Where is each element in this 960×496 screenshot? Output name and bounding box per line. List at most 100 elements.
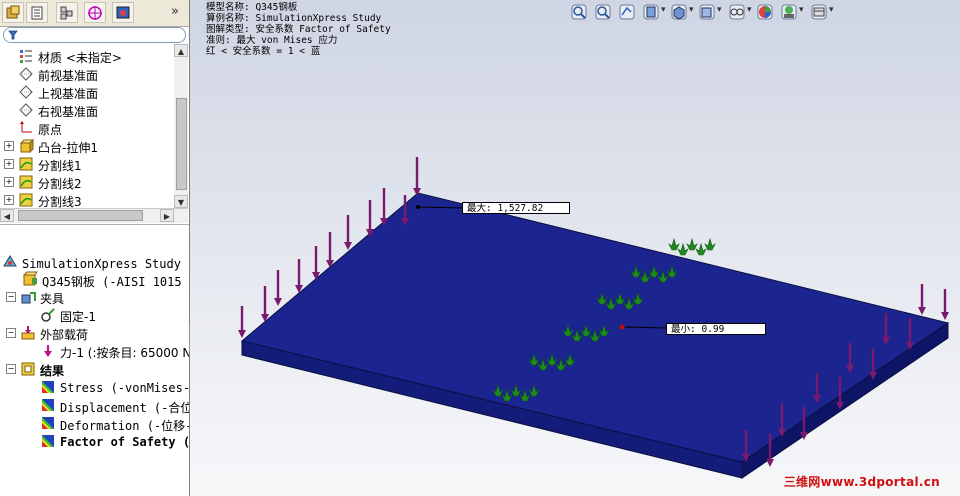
max-marker [416, 205, 420, 209]
section-view-icon [643, 4, 659, 20]
fixtures-node-label: 夹具 [40, 292, 65, 306]
feature-tree-item-label: 前视基准面 [38, 69, 99, 83]
chevron-down-icon[interactable]: ▾ [799, 5, 804, 15]
propertymanager-tab[interactable] [26, 2, 48, 23]
collapse-toggle[interactable]: − [6, 292, 16, 302]
plane-icon [19, 103, 33, 117]
fixed-icon [41, 308, 55, 322]
dimxpert-tab[interactable] [84, 2, 106, 23]
plane-icon [19, 85, 33, 99]
info-line: 图解类型: 安全系数 Factor of Safety [206, 24, 391, 35]
plane-icon [18, 66, 34, 82]
force-icon [44, 345, 52, 357]
loads-node-label: 外部载荷 [40, 328, 89, 342]
zoom-to-area-icon [595, 4, 611, 20]
material-icon [20, 50, 32, 63]
extrude-icon [19, 138, 35, 154]
feature-tree-item-label: 原点 [38, 123, 63, 137]
display-manager-icon [116, 6, 130, 19]
plate-model [238, 157, 950, 479]
expand-toggle[interactable]: + [4, 177, 14, 187]
study-icon [2, 253, 18, 269]
apply-scene-button[interactable]: ▾ [780, 3, 804, 21]
plot-icon [42, 381, 54, 393]
info-line: 算例名称: SimulationXpress Study [206, 13, 382, 24]
plot-icon [42, 399, 54, 411]
view-orientation-button[interactable]: ▾ [670, 3, 694, 21]
result-plot-item-label: Factor of Safety ( [60, 435, 189, 449]
study-icon [3, 255, 17, 267]
info-line: 准则: 最大 von Mises 应力 [206, 35, 338, 46]
plot-icon [40, 415, 56, 431]
load-arrow-head [766, 459, 774, 467]
display-manager-tab[interactable] [112, 2, 134, 23]
collapse-toggle[interactable]: − [6, 328, 16, 338]
result-plot-item-label: Deformation (-位移-) [60, 419, 189, 433]
edit-appearance-icon [757, 4, 773, 20]
plane-icon [18, 84, 34, 100]
chevron-down-icon[interactable]: ▾ [747, 5, 752, 15]
load-arrow-head [941, 312, 949, 320]
scroll-right-button[interactable]: ▶ [160, 209, 174, 222]
display-style-button[interactable]: ▾ [698, 3, 722, 21]
chevron-down-icon[interactable]: ▾ [829, 5, 834, 15]
tree-scroll-thumb[interactable] [176, 98, 187, 190]
scroll-up-button[interactable]: ▲ [174, 44, 188, 57]
results-icon [20, 361, 36, 377]
expand-toggle[interactable]: + [4, 159, 14, 169]
configurationmanager-tab[interactable] [56, 2, 78, 23]
filter-icon [8, 30, 18, 40]
part-node-label: Q345钢板 (-AISI 1015 钢, [42, 275, 189, 289]
fixtures-icon [21, 292, 36, 304]
scroll-down-button[interactable]: ▼ [174, 195, 188, 208]
view-orientation-icon [671, 4, 687, 20]
chevron-down-icon[interactable]: ▾ [717, 5, 722, 15]
expand-tabs-button[interactable]: » [171, 4, 185, 20]
panel-splitter[interactable] [0, 224, 189, 255]
display-style-icon [699, 4, 715, 20]
dimxpert-icon [88, 6, 102, 20]
results-node-label: 结果 [40, 364, 65, 378]
study-node-label: SimulationXpress Study (-默认 [22, 257, 189, 271]
featuremanager-icon [6, 5, 20, 19]
feature-tree-item-label: 上视基准面 [38, 87, 99, 101]
plane-icon [19, 67, 33, 81]
manager-tab-bar: » [0, 0, 189, 27]
zoom-to-fit-icon [571, 4, 587, 20]
chevron-down-icon[interactable]: ▾ [661, 5, 666, 15]
view-settings-icon [811, 4, 827, 20]
featuremanager-tab[interactable] [2, 2, 24, 23]
plot-icon [42, 435, 54, 447]
loads-icon [20, 325, 36, 341]
feature-tree: 材质 <未指定> 前视基准面 上视基准面 右视基准面 原点 + 凸台-拉伸1 + 分割线1 + 分割… [0, 44, 174, 208]
extrude-icon [18, 138, 35, 154]
section-view-button[interactable]: ▾ [642, 3, 666, 21]
configurationmanager-icon [60, 6, 73, 20]
expand-toggle[interactable]: + [4, 195, 14, 205]
feature-manager-panel: » 材质 <未指定> 前视基准面 上视基准面 右视基准面 原点 + 凸台-拉伸1 + 分割线1 +… [0, 0, 190, 496]
min-marker [619, 324, 625, 330]
edit-appearance-button[interactable] [756, 3, 774, 21]
feature-tree-item-label: 分割线1 [38, 159, 82, 173]
previous-view-button[interactable] [618, 3, 636, 21]
zoom-to-area-button[interactable] [594, 3, 612, 21]
chevron-down-icon[interactable]: ▾ [689, 5, 694, 15]
plot-icon [42, 417, 54, 429]
hide-show-items-icon [729, 4, 745, 20]
collapse-toggle[interactable]: − [6, 364, 16, 374]
expand-toggle[interactable]: + [4, 141, 14, 151]
hide-show-items-button[interactable]: ▾ [728, 3, 752, 21]
previous-view-icon [619, 4, 635, 20]
split-line-icon [19, 157, 33, 171]
scroll-left-button[interactable]: ◀ [0, 209, 14, 222]
feature-tree-item-label: 分割线3 [38, 195, 82, 208]
view-settings-button[interactable]: ▾ [810, 3, 834, 21]
fixture-arrow [695, 242, 707, 256]
result-plot-item-label: Displacement (-合位移- [60, 401, 189, 415]
graphics-area[interactable]: 模型名称: Q345钢板 算例名称: SimulationXpress Study… [190, 0, 960, 496]
filter-field[interactable] [3, 27, 186, 43]
zoom-to-fit-button[interactable] [570, 3, 588, 21]
tree-hscroll-thumb[interactable] [18, 210, 143, 221]
origin-icon [18, 120, 34, 136]
info-line: 红 < 安全系数 = 1 < 蓝 [206, 46, 321, 57]
